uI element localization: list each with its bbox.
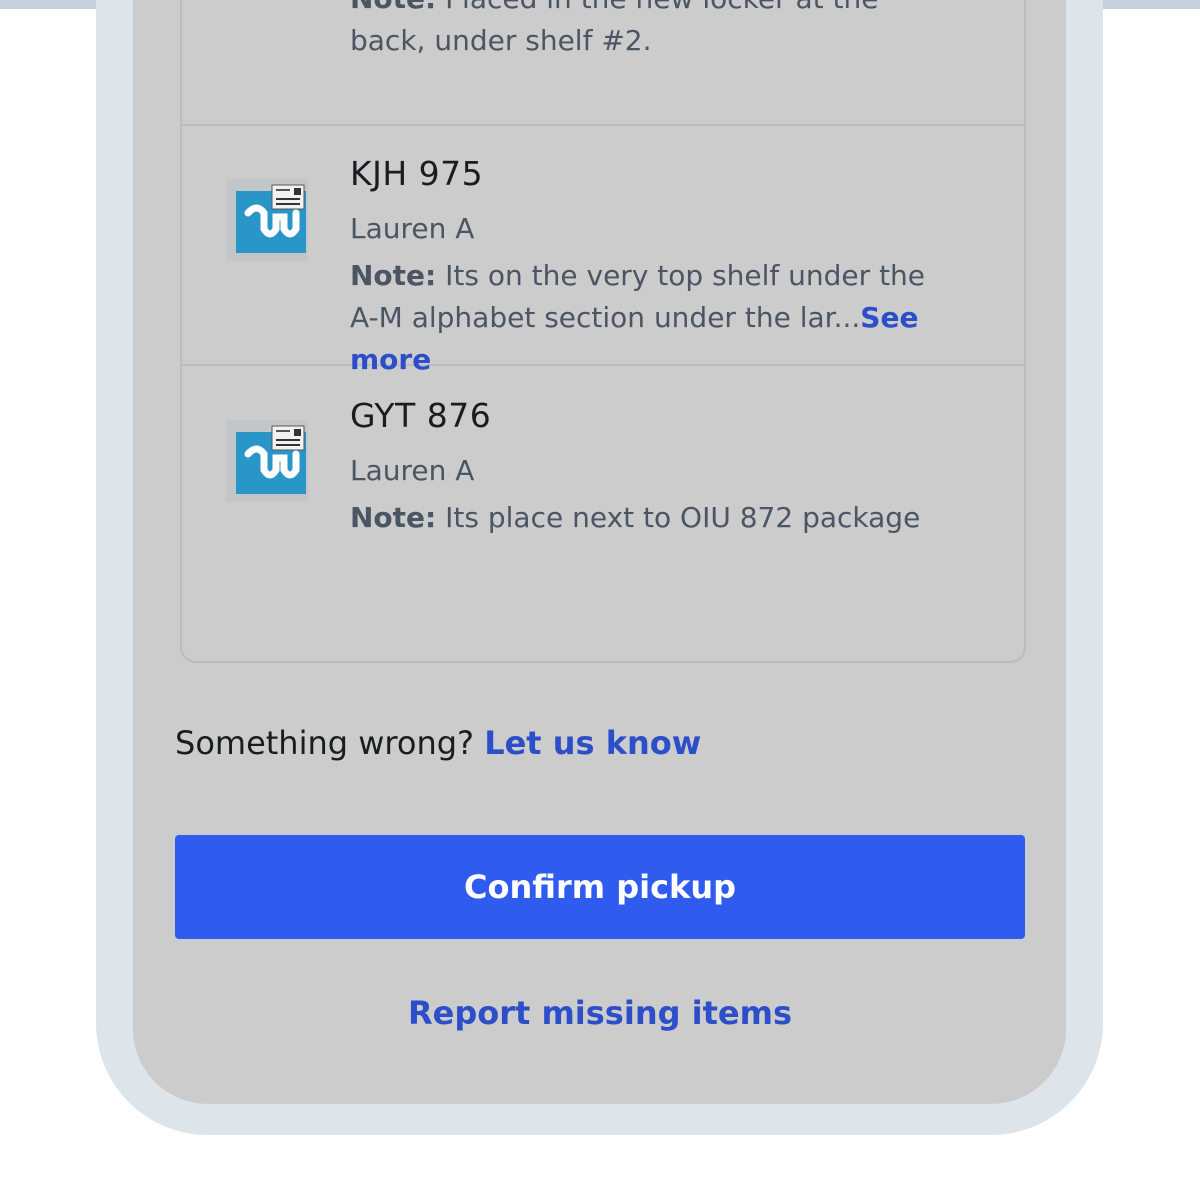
help-line: Something wrong? Let us know — [175, 724, 701, 762]
let-us-know-link[interactable]: Let us know — [484, 724, 701, 762]
package-note: Note: Placed in the new locker at the ba… — [350, 0, 950, 62]
note-label: Note: — [350, 0, 436, 15]
package-note: Note: Its place next to OIU 872 package — [350, 497, 990, 539]
package-code: KJH 975 — [350, 154, 484, 193]
package-item[interactable]: GYT 876 Lauren A Note: Its place next to… — [182, 366, 1026, 616]
package-label-icon — [226, 179, 308, 261]
package-label-icon — [226, 420, 308, 502]
package-item[interactable]: KJH 975 Lauren A Note: Its on the very t… — [182, 124, 1026, 376]
package-recipient: Lauren A — [350, 212, 475, 245]
note-text: Its place next to OIU 872 package — [445, 501, 921, 534]
package-recipient: Lauren A — [350, 454, 475, 487]
report-missing-items-link[interactable]: Report missing items — [175, 994, 1025, 1032]
confirm-pickup-button[interactable]: Confirm pickup — [175, 835, 1025, 939]
package-note: Note: Its on the very top shelf under th… — [350, 255, 950, 381]
note-text: Its on the very top shelf under the A-M … — [350, 259, 926, 334]
package-thumbnail — [226, 179, 308, 261]
package-code: GYT 876 — [350, 396, 492, 435]
package-thumbnail — [226, 420, 308, 502]
help-prompt: Something wrong? — [175, 724, 475, 762]
note-label: Note: — [350, 501, 437, 534]
note-label: Note: — [350, 259, 437, 292]
package-item-partial: Note: Placed in the new locker at the ba… — [182, 0, 1026, 126]
package-list-card: Note: Placed in the new locker at the ba… — [180, 0, 1026, 663]
